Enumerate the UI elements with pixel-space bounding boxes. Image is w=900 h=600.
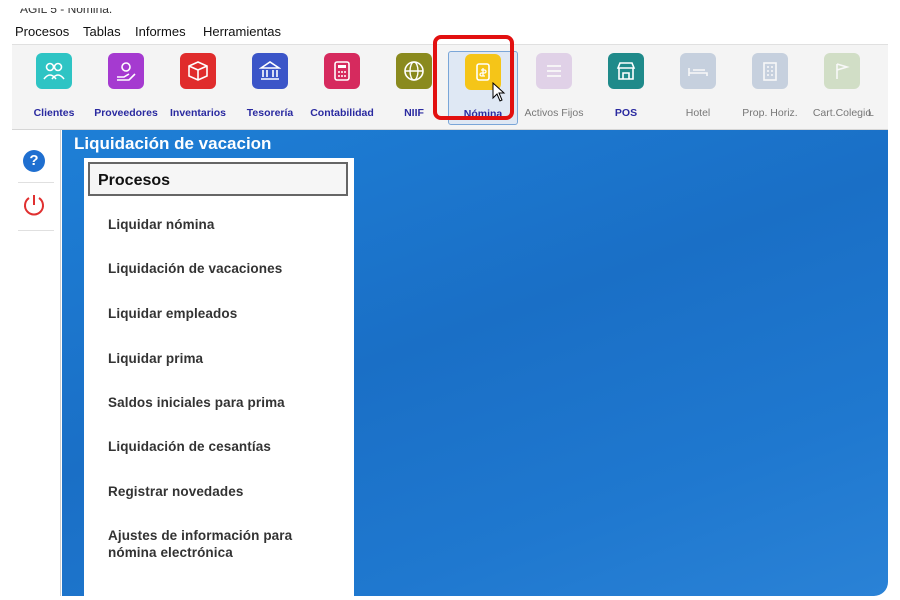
toolbar-nomina-button[interactable]: Nómina xyxy=(448,51,518,125)
toolbar-label: Proveedores xyxy=(94,107,158,119)
box-icon xyxy=(180,53,216,89)
toolbar-more-button[interactable]: L xyxy=(868,51,888,123)
menu-bar: Procesos Tablas Informes Herramientas xyxy=(12,22,888,42)
divider xyxy=(18,230,54,231)
menu-item-registrar-novedades[interactable]: Registrar novedades xyxy=(108,483,338,500)
bed-icon xyxy=(680,53,716,89)
window-title: AGIL 5 - Nómina. xyxy=(20,8,113,16)
title-bar: AGIL 5 - Nómina. xyxy=(12,8,888,20)
toolbar-clientes-button[interactable]: Clientes xyxy=(20,51,88,123)
toolbar-niif-button[interactable]: NIIF xyxy=(380,51,448,123)
toolbar-label: Prop. Horiz. xyxy=(742,107,798,119)
toolbar-hotel-button[interactable]: Hotel xyxy=(664,51,732,123)
page-title: Liquidación de vacacion xyxy=(74,134,272,153)
toolbar-pos-button[interactable]: POS xyxy=(592,51,660,123)
menu-tablas[interactable]: Tablas xyxy=(83,24,121,39)
menu-item-liquidar-prima[interactable]: Liquidar prima xyxy=(108,350,338,367)
toolbar-prop-horiz-button[interactable]: Prop. Horiz. xyxy=(736,51,804,123)
menu-herramientas[interactable]: Herramientas xyxy=(203,24,281,39)
toolbar-proveedores-button[interactable]: Proveedores xyxy=(92,51,160,123)
toolbar-tesoreria-button[interactable]: Tesorería xyxy=(236,51,304,123)
process-menu-panel: Procesos Liquidar nómina Liquidación de … xyxy=(84,158,354,596)
building-icon xyxy=(752,53,788,89)
toolbar-label: POS xyxy=(614,107,638,119)
menu-item-saldos-iniciales-prima[interactable]: Saldos iniciales para prima xyxy=(108,394,338,411)
toolbar-activos-fijos-button[interactable]: Activos Fijos xyxy=(520,51,588,123)
toolbar-label: Clientes xyxy=(33,107,75,119)
toolbar-label: L xyxy=(868,107,874,119)
menu-item-liquidar-nomina[interactable]: Liquidar nómina xyxy=(108,216,338,233)
toolbar-label: Inventarios xyxy=(169,107,227,119)
menu-item-liquidar-empleados[interactable]: Liquidar empleados xyxy=(108,305,338,322)
divider xyxy=(18,182,54,183)
globe-icon xyxy=(396,53,432,89)
hand-gear-icon xyxy=(108,53,144,89)
store-icon xyxy=(608,53,644,89)
toolbar-label: NIIF xyxy=(404,107,424,119)
toolbar-label: Tesorería xyxy=(246,107,294,119)
toolbar-cart-colegio-button[interactable]: Cart.Colegio xyxy=(808,51,876,123)
calculator-icon xyxy=(324,53,360,89)
menu-informes[interactable]: Informes xyxy=(135,24,186,39)
bank-icon xyxy=(252,53,288,89)
procesos-header[interactable]: Procesos xyxy=(88,162,348,196)
mouse-cursor-icon xyxy=(492,82,506,102)
toolbar-label: Hotel xyxy=(685,107,711,119)
users-icon xyxy=(36,53,72,89)
menu-item-liquidacion-vacaciones[interactable]: Liquidación de vacaciones xyxy=(108,260,338,277)
menu-item-liquidacion-cesantias[interactable]: Liquidación de cesantías xyxy=(108,438,338,455)
menu-procesos[interactable]: Procesos xyxy=(15,24,69,39)
module-toolbar: Clientes Proveedores Inventarios Tesorer… xyxy=(12,44,888,130)
school-icon xyxy=(824,53,860,89)
toolbar-inventarios-button[interactable]: Inventarios xyxy=(164,51,232,123)
menu-item-ajustes-nomina-electronica[interactable]: Ajustes de información para nómina elect… xyxy=(108,527,338,561)
layers-icon xyxy=(536,53,572,89)
toolbar-label: Nómina xyxy=(463,108,503,120)
toolbar-label: Contabilidad xyxy=(310,107,374,119)
power-icon[interactable] xyxy=(21,192,47,218)
toolbar-contabilidad-button[interactable]: Contabilidad xyxy=(308,51,376,123)
left-tool-strip: ? xyxy=(12,130,61,596)
app-window: AGIL 5 - Nómina. Procesos Tablas Informe… xyxy=(12,8,888,596)
help-icon[interactable]: ? xyxy=(23,150,45,172)
toolbar-label: Activos Fijos xyxy=(524,107,584,119)
